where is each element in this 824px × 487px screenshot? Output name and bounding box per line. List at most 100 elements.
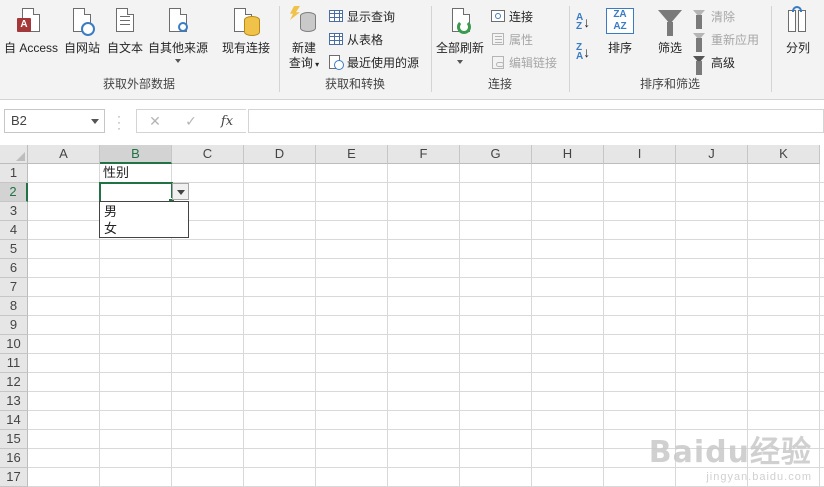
web-icon xyxy=(66,6,98,38)
advanced-filter-label: 高级 xyxy=(711,55,736,70)
new-query-button[interactable]: 新建 查询 ▾ xyxy=(288,6,320,72)
column-header-A[interactable]: A xyxy=(28,145,100,164)
group-data-tools: 分列 快 xyxy=(772,0,824,98)
new-query-label-line1: 新建 xyxy=(291,41,316,55)
row-header-17[interactable]: 17 xyxy=(0,468,28,487)
row-header-12[interactable]: 12 xyxy=(0,373,28,392)
row-header-15[interactable]: 15 xyxy=(0,430,28,449)
clear-filter-button[interactable]: 清除 xyxy=(692,6,735,29)
cell-B1[interactable]: 性别 xyxy=(103,164,129,182)
watermark-url: jingyan.baidu.com xyxy=(706,471,812,483)
other-sources-icon xyxy=(162,6,194,38)
gridline-horizontal xyxy=(28,258,824,259)
confirm-entry-button[interactable]: ✓ xyxy=(173,113,209,130)
gridline-vertical xyxy=(387,164,388,487)
properties-button[interactable]: 属性 xyxy=(490,29,533,49)
connections-button[interactable]: 连接 xyxy=(490,6,533,26)
column-header-H[interactable]: H xyxy=(532,145,604,164)
column-header-I[interactable]: I xyxy=(604,145,676,164)
watermark: Baidu经验 jingyan.baidu.com xyxy=(649,427,812,483)
show-queries-button[interactable]: 显示查询 xyxy=(328,6,395,26)
row-header-16[interactable]: 16 xyxy=(0,449,28,468)
connections-label: 连接 xyxy=(509,9,534,24)
cancel-entry-button[interactable]: ✕ xyxy=(137,113,173,130)
row-header-13[interactable]: 13 xyxy=(0,392,28,411)
from-text-label: 自文本 xyxy=(107,41,144,55)
from-access-label: 自 Access xyxy=(4,41,59,55)
row-header-4[interactable]: 4 xyxy=(0,221,28,240)
active-cell-B2[interactable] xyxy=(99,182,175,205)
column-header-C[interactable]: C xyxy=(172,145,244,164)
from-text-button[interactable]: 自文本 xyxy=(107,6,143,56)
row-header-2[interactable]: 2 xyxy=(0,183,28,202)
row-header-14[interactable]: 14 xyxy=(0,411,28,430)
filter-icon xyxy=(654,6,686,38)
select-all-button[interactable] xyxy=(0,145,28,164)
from-other-sources-label: 自其他来源 xyxy=(148,41,209,55)
column-header-B[interactable]: B xyxy=(100,145,172,164)
recent-sources-label: 最近使用的源 xyxy=(347,55,420,70)
formula-bar-grip[interactable]: · · · xyxy=(117,110,121,134)
from-web-button[interactable]: 自网站 xyxy=(64,6,100,56)
filter-button[interactable]: 筛选 xyxy=(654,6,686,56)
formula-input[interactable] xyxy=(248,109,824,133)
row-header-5[interactable]: 5 xyxy=(0,240,28,259)
name-box[interactable]: B2 xyxy=(4,109,105,133)
reapply-button[interactable]: 重新应用 xyxy=(692,29,759,52)
column-header-F[interactable]: F xyxy=(388,145,460,164)
column-header-G[interactable]: G xyxy=(460,145,532,164)
new-query-label-line2: 查询 xyxy=(288,56,313,70)
sort-button[interactable]: ZA AZ 排序 xyxy=(604,6,636,56)
worksheet-grid[interactable]: ABCDEFGHIJK 1 2 3 4 5 6 7 8 9 10 11 12 13 14 15 16 17 性别… xyxy=(0,145,824,487)
refresh-all-button[interactable]: 全部刷新 xyxy=(436,6,484,64)
dropdown-option-male[interactable]: 男 xyxy=(104,203,184,220)
advanced-filter-icon xyxy=(692,54,708,75)
group-label-transform: 获取和转换 xyxy=(324,77,385,91)
sort-descending-button[interactable]: Z A ↓ xyxy=(576,42,598,62)
group-label-connections: 连接 xyxy=(487,77,512,91)
advanced-filter-button[interactable]: 高级 xyxy=(692,52,736,75)
sort-ascending-icon: AZ xyxy=(576,12,584,32)
row-header-7[interactable]: 7 xyxy=(0,278,28,297)
row-header-10[interactable]: 10 xyxy=(0,335,28,354)
insert-function-button[interactable]: fx xyxy=(209,114,245,129)
column-header-E[interactable]: E xyxy=(316,145,388,164)
existing-connections-button[interactable]: 现有连接 xyxy=(222,6,270,56)
from-table-button[interactable]: 从表格 xyxy=(328,29,383,49)
column-header-D[interactable]: D xyxy=(244,145,316,164)
row-header-1[interactable]: 1 xyxy=(0,164,28,183)
validation-dropdown-button[interactable] xyxy=(172,183,189,200)
validation-dropdown-list: 男 女 xyxy=(99,201,189,238)
gridline-horizontal xyxy=(28,239,824,240)
row-header-11[interactable]: 11 xyxy=(0,354,28,373)
edit-links-button[interactable]: 编辑链接 xyxy=(490,52,557,72)
text-to-columns-button[interactable]: 分列 xyxy=(782,6,814,56)
row-header-6[interactable]: 6 xyxy=(0,259,28,278)
gridline-horizontal xyxy=(28,372,824,373)
gridline-horizontal xyxy=(28,296,824,297)
gridline-horizontal xyxy=(28,410,824,411)
from-web-label: 自网站 xyxy=(64,41,101,55)
row-header-3[interactable]: 3 xyxy=(0,202,28,221)
existing-connections-label: 现有连接 xyxy=(222,41,271,55)
from-other-sources-button[interactable]: 自其他来源 xyxy=(148,6,208,63)
ribbon: A 自 Access 自网站 自文本 自其他来源 现有连接 获取外部数据 新建 … xyxy=(0,0,824,100)
row-header-8[interactable]: 8 xyxy=(0,297,28,316)
sort-icon: ZA AZ xyxy=(604,6,636,38)
group-label-external: 获取外部数据 xyxy=(102,77,175,91)
column-header-J[interactable]: J xyxy=(676,145,748,164)
from-access-button[interactable]: A 自 Access xyxy=(4,6,58,56)
column-header-K[interactable]: K xyxy=(748,145,820,164)
chevron-down-icon[interactable] xyxy=(91,119,99,124)
refresh-all-label: 全部刷新 xyxy=(436,41,485,55)
connections-icon xyxy=(490,8,506,24)
recent-sources-icon xyxy=(328,54,344,70)
gridline-horizontal xyxy=(28,315,824,316)
sort-ascending-button[interactable]: A Z ↓ xyxy=(576,12,598,32)
watermark-title: Baidu经验 xyxy=(648,435,812,470)
flash-fill-button[interactable]: 快 xyxy=(816,6,824,56)
recent-sources-button[interactable]: 最近使用的源 xyxy=(328,52,419,72)
dropdown-option-female[interactable]: 女 xyxy=(104,220,184,237)
gridline-vertical xyxy=(603,164,604,487)
row-header-9[interactable]: 9 xyxy=(0,316,28,335)
